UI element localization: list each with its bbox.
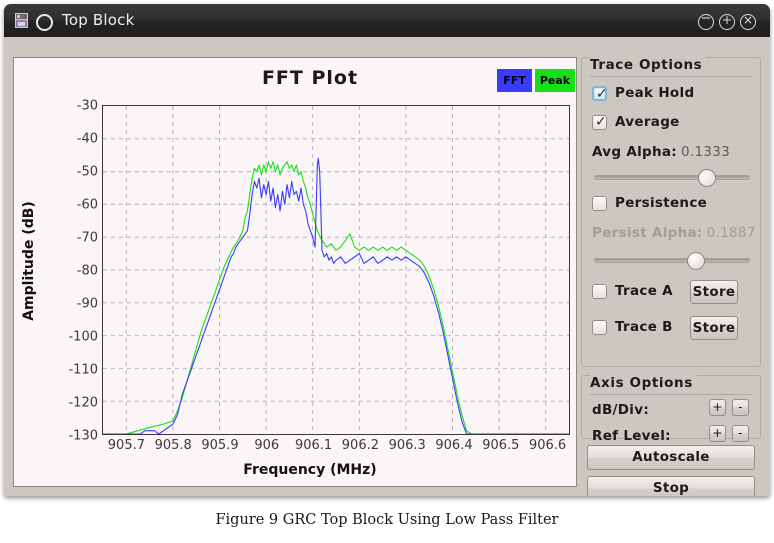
autoscale-label: Autoscale	[632, 449, 710, 465]
series-line-fft	[103, 158, 569, 434]
series-lines	[103, 158, 569, 434]
y-axis-tick: -40	[76, 131, 98, 147]
ref-level-decrease-button[interactable]: -	[732, 425, 749, 442]
check-icon: ✓	[595, 114, 607, 130]
maximize-button[interactable]: +	[719, 14, 735, 30]
figure-caption: Figure 9 GRC Top Block Using Low Pass Fi…	[215, 512, 559, 528]
control-panel: Trace Options ✓ Peak Hold ✓ Average Avg …	[581, 57, 761, 496]
application-window: Top Block − + × FFT Plot FFT Peak Amplit…	[4, 4, 770, 496]
legend-label-fft: FFT	[503, 74, 526, 87]
persist-alpha-label: Persist Alpha:	[592, 225, 703, 241]
trace-b-label: Trace B	[615, 319, 673, 335]
axis-options-title: Axis Options	[590, 375, 697, 391]
minimize-icon: −	[700, 11, 712, 26]
trace-options-title: Trace Options	[590, 57, 707, 73]
check-icon: ✓	[596, 86, 608, 102]
trace-a-label: Trace A	[615, 283, 673, 299]
avg-alpha-slider-track	[594, 175, 750, 180]
avg-alpha-row: Avg Alpha: 0.1333	[592, 144, 730, 160]
stop-label: Stop	[652, 480, 690, 496]
y-axis-label: Amplitude (dB)	[21, 201, 37, 321]
y-axis-tick: -100	[68, 329, 98, 345]
avg-alpha-slider-thumb[interactable]	[698, 169, 717, 187]
axis-options-group: Axis Options dB/Div: + - Ref Level: + -	[581, 375, 761, 444]
trace-a-store-button[interactable]: Store	[690, 280, 738, 304]
trace-options-divider	[590, 76, 752, 77]
average-checkbox[interactable]: ✓	[592, 114, 607, 130]
circle-icon	[36, 14, 53, 31]
maximize-icon: +	[721, 13, 733, 27]
ref-level-increase-button[interactable]: +	[709, 425, 726, 442]
trace-b-store-button[interactable]: Store	[690, 316, 738, 340]
close-button[interactable]: ×	[740, 14, 756, 30]
average-label: Average	[615, 114, 680, 130]
trace-b-store-label: Store	[692, 320, 736, 336]
grid-lines	[103, 106, 569, 434]
y-axis-tick: -120	[68, 395, 98, 411]
app-icon	[15, 13, 28, 28]
y-axis-tick: -130	[68, 428, 98, 444]
plus-icon: +	[712, 400, 723, 414]
persist-alpha-slider-track	[594, 258, 750, 263]
persist-alpha-value: 0.1887	[706, 225, 756, 241]
window-body: FFT Plot FFT Peak Amplitude (dB) Frequen…	[4, 37, 770, 496]
trace-options-group: Trace Options ✓ Peak Hold ✓ Average Avg …	[581, 57, 761, 367]
y-axis-tick: -80	[76, 263, 98, 279]
legend-item-fft[interactable]: FFT	[497, 69, 532, 92]
avg-alpha-label: Avg Alpha:	[592, 144, 677, 160]
axis-options-divider	[590, 394, 752, 395]
db-div-decrease-button[interactable]: -	[732, 399, 749, 416]
autoscale-button[interactable]: Autoscale	[587, 445, 755, 470]
y-axis-tick: -90	[76, 296, 98, 312]
y-axis-tick: -60	[76, 197, 98, 213]
minus-icon: -	[738, 400, 743, 414]
x-axis-label: Frequency (MHz)	[243, 462, 377, 478]
peak-hold-checkbox[interactable]: ✓	[592, 86, 608, 102]
close-icon: ×	[742, 13, 754, 27]
trace-a-store-label: Store	[692, 284, 736, 300]
window-title: Top Block	[62, 11, 135, 29]
y-axis-tick: -110	[68, 362, 98, 378]
persist-alpha-slider-thumb[interactable]	[687, 252, 706, 270]
persist-alpha-row: Persist Alpha: 0.1887	[592, 225, 756, 241]
plot-title: FFT Plot	[261, 67, 359, 89]
fft-plot-panel: FFT Plot FFT Peak Amplitude (dB) Frequen…	[13, 57, 577, 487]
persistence-label: Persistence	[615, 195, 708, 211]
legend-label-peak: Peak	[539, 74, 571, 87]
ref-level-label: Ref Level:	[592, 428, 671, 444]
trace-b-checkbox[interactable]	[592, 320, 607, 335]
legend-item-peak[interactable]: Peak	[535, 69, 575, 92]
stop-button[interactable]: Stop	[587, 476, 755, 496]
plot-area[interactable]: -30 -40 -50 -60 -70 -80 -90 -100 -110 -120 -130 905…	[68, 99, 570, 453]
avg-alpha-value: 0.1333	[681, 144, 731, 160]
title-bar[interactable]: Top Block − + ×	[4, 4, 770, 38]
db-div-increase-button[interactable]: +	[709, 399, 726, 416]
y-axis-tick: -70	[76, 230, 98, 246]
minus-icon: -	[738, 426, 743, 440]
peak-hold-label: Peak Hold	[615, 85, 695, 101]
plot-canvas	[103, 106, 569, 434]
x-axis-tick: 906.6	[528, 438, 567, 453]
minimize-button[interactable]: −	[698, 11, 714, 30]
persistence-checkbox[interactable]	[592, 196, 607, 211]
persist-alpha-slider[interactable]	[594, 252, 750, 270]
y-axis-tick: -50	[76, 164, 98, 180]
db-div-label: dB/Div:	[592, 402, 650, 418]
avg-alpha-slider[interactable]	[594, 169, 750, 187]
plus-icon: +	[712, 426, 723, 440]
trace-a-checkbox[interactable]	[592, 284, 607, 299]
y-axis-tick: -30	[76, 98, 98, 114]
